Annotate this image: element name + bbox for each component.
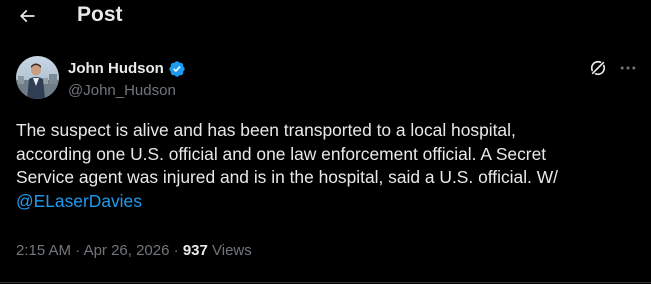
post-text: The suspect is alive and has been transp… xyxy=(16,119,641,213)
back-button[interactable] xyxy=(14,3,40,29)
arrow-left-icon xyxy=(19,9,35,23)
more-options-button[interactable] xyxy=(617,57,639,79)
meta-separator: · xyxy=(75,242,81,259)
post-text-line: according one U.S. official and one law … xyxy=(16,143,547,164)
post-text-line: Service agent was injured and is in the … xyxy=(16,167,558,187)
grok-button[interactable] xyxy=(587,57,609,79)
author-display-name[interactable]: John Hudson xyxy=(68,59,164,79)
views-count[interactable]: 937 xyxy=(183,242,208,259)
divider xyxy=(0,282,651,283)
top-bar: Post xyxy=(0,0,651,34)
views-label: Views xyxy=(212,242,252,259)
more-dots-icon xyxy=(620,66,636,70)
post-date[interactable]: Apr 26, 2026 xyxy=(84,242,170,259)
author-name-row: John Hudson xyxy=(68,58,186,80)
post-time[interactable]: 2:15 AM xyxy=(16,242,71,259)
avatar[interactable] xyxy=(16,56,59,99)
verified-badge-icon[interactable] xyxy=(168,60,186,78)
page-title: Post xyxy=(77,3,123,26)
post-metadata: 2:15 AM · Apr 26, 2026 · 937 Views xyxy=(16,241,252,261)
author-handle[interactable]: @John_Hudson xyxy=(68,81,176,101)
mention-link[interactable]: @ELaserDavies xyxy=(16,190,641,214)
post-text-line: The suspect is alive and has been transp… xyxy=(16,120,516,140)
avatar-photo xyxy=(16,56,59,99)
meta-separator: · xyxy=(173,242,179,259)
grok-icon xyxy=(590,60,606,76)
